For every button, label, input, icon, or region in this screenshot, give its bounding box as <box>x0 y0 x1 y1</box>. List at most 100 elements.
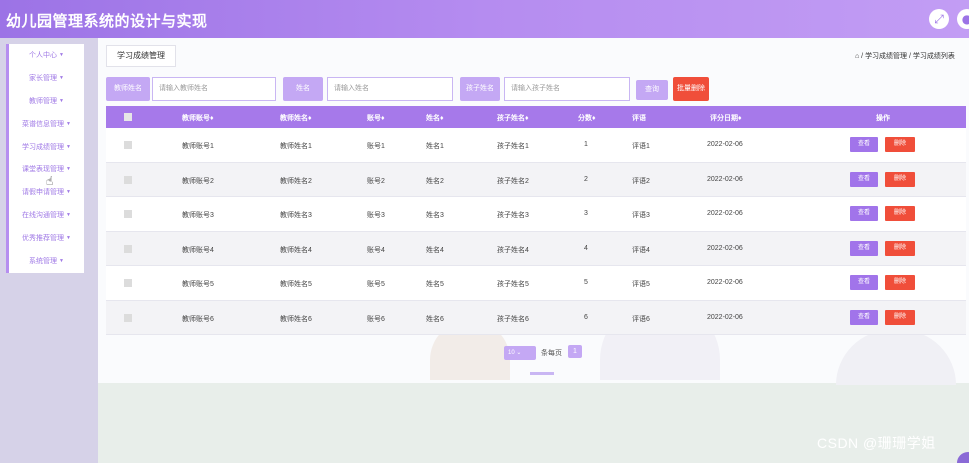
table-cell: 2022-02-06 <box>707 175 743 183</box>
page-size-select[interactable]: 10 ⌄ <box>504 346 536 360</box>
breadcrumb: ⌂ / 学习成绩管理 / 学习成绩列表 <box>855 53 955 60</box>
app-title: 幼儿园管理系统的设计与实现 <box>6 13 208 30</box>
table-cell: 教师账号3 <box>182 212 214 219</box>
sidebar: 个人中心 ▼ 家长管理 ▼ 教师管理 ▼ 菜谱信息管理 ▼ 学习成绩管理 ▼ 课堂表现管理… <box>6 44 84 273</box>
sidebar-item-label: 家长管理 <box>29 75 58 83</box>
tab-score-mgmt[interactable]: 学习成绩管理 <box>106 45 176 67</box>
row-checkbox[interactable] <box>124 244 132 253</box>
caret-down-icon: ▼ <box>59 257 64 264</box>
table-cell: 账号2 <box>367 177 385 185</box>
table-cell: 姓名3 <box>426 212 444 219</box>
table-row <box>106 128 966 163</box>
table-row <box>106 266 966 301</box>
column-header[interactable]: 教师姓名♦ <box>280 113 312 123</box>
table-cell: 账号4 <box>367 246 385 254</box>
teacher-name-input[interactable]: 请输入教师姓名 <box>152 77 276 101</box>
sidebar-item-recommend-mgmt[interactable]: 优秀推荐管理 ▼ <box>9 226 84 249</box>
query-button[interactable]: 查询 <box>636 80 668 100</box>
table-cell: 孩子姓名2 <box>497 177 529 185</box>
view-button[interactable]: 查看 <box>850 171 878 187</box>
sidebar-item-label: 请假申请管理 <box>22 189 65 197</box>
sidebar-item-system-mgmt[interactable]: 系统管理 ▼ <box>9 249 84 272</box>
view-button[interactable]: 查看 <box>850 309 878 325</box>
column-header[interactable]: 教师账号♦ <box>182 113 214 123</box>
page-size-value: 10 <box>508 350 515 356</box>
name-label: 姓名 <box>283 77 323 101</box>
sidebar-item-chat-mgmt[interactable]: 在线沟通管理 ▼ <box>9 204 84 227</box>
column-header[interactable]: 姓名♦ <box>426 113 444 123</box>
child-name-label: 孩子姓名 <box>460 77 500 101</box>
delete-button[interactable]: 删除 <box>885 309 915 325</box>
table-cell: 教师姓名1 <box>280 143 312 150</box>
column-header[interactable]: 评分日期♦ <box>710 113 742 123</box>
view-button[interactable]: 查看 <box>850 206 878 221</box>
sidebar-item-label: 教师管理 <box>29 97 58 105</box>
column-header[interactable]: 账号♦ <box>367 113 385 123</box>
sidebar-item-score-mgmt[interactable]: 学习成绩管理 ▼ <box>9 135 84 158</box>
sidebar-item-label: 优秀推荐管理 <box>22 234 65 242</box>
sidebar-item-parent-mgmt[interactable]: 家长管理 ▼ <box>9 67 84 90</box>
table-cell: 4 <box>584 244 588 252</box>
table-cell: 2022-02-06 <box>707 279 743 286</box>
sidebar-item-personal-center[interactable]: 个人中心 ▼ <box>9 44 84 67</box>
hand-cursor-icon: ☝ <box>46 174 54 188</box>
view-button[interactable]: 查看 <box>850 137 878 152</box>
row-checkbox[interactable] <box>124 141 132 149</box>
child-name-input[interactable]: 请输入孩子姓名 <box>504 77 630 101</box>
chevron-down-icon: ⌄ <box>516 350 522 356</box>
sidebar-item-label: 个人中心 <box>29 52 58 60</box>
sidebar-item-label: 系统管理 <box>29 257 58 265</box>
sidebar-item-menu-mgmt[interactable]: 菜谱信息管理 ▼ <box>9 112 84 135</box>
select-all-checkbox[interactable] <box>124 113 132 121</box>
table-cell: 评语4 <box>632 246 650 254</box>
caret-down-icon: ▼ <box>66 166 71 173</box>
table-row <box>106 300 966 335</box>
delete-button[interactable]: 删除 <box>885 137 915 152</box>
sidebar-item-label: 在线沟通管理 <box>22 211 65 219</box>
table-cell: 2022-02-06 <box>707 210 743 217</box>
column-header: 操作 <box>876 115 890 122</box>
table-header <box>106 106 966 128</box>
view-button[interactable]: 查看 <box>850 275 878 290</box>
delete-button[interactable]: 删除 <box>885 240 915 256</box>
view-button[interactable]: 查看 <box>850 240 878 256</box>
table-cell: 教师姓名4 <box>280 246 312 254</box>
page-number-button[interactable]: 1 <box>568 345 582 358</box>
table-cell: 教师姓名5 <box>280 281 312 288</box>
table-cell: 3 <box>584 210 588 217</box>
row-checkbox[interactable] <box>124 210 132 218</box>
caret-down-icon: ▼ <box>59 75 64 82</box>
table-cell: 1 <box>584 141 588 148</box>
table-cell: 教师账号6 <box>182 315 214 323</box>
column-header[interactable]: 分数♦ <box>578 113 596 123</box>
column-header: 评语 <box>632 115 646 122</box>
delete-button[interactable]: 删除 <box>885 275 915 290</box>
column-header[interactable]: 孩子姓名♦ <box>497 113 529 123</box>
teacher-name-label: 教师姓名 <box>106 77 150 101</box>
table-cell: 教师姓名2 <box>280 177 312 185</box>
background-illustration <box>530 372 554 375</box>
delete-button[interactable]: 删除 <box>885 206 915 221</box>
row-checkbox[interactable] <box>124 175 132 184</box>
sidebar-item-label: 菜谱信息管理 <box>22 120 65 128</box>
user-icon[interactable]: ● <box>957 9 969 29</box>
row-checkbox[interactable] <box>124 279 132 287</box>
table-cell: 姓名5 <box>426 281 444 288</box>
batch-delete-button[interactable]: 批量删除 <box>673 77 709 101</box>
table-cell: 孩子姓名4 <box>497 246 529 254</box>
caret-down-icon: ▼ <box>66 189 71 196</box>
table-cell: 姓名4 <box>426 246 444 254</box>
table-cell: 教师账号1 <box>182 143 214 150</box>
delete-button[interactable]: 删除 <box>885 171 915 187</box>
table-cell: 6 <box>584 313 588 321</box>
sidebar-item-teacher-mgmt[interactable]: 教师管理 ▼ <box>9 90 84 113</box>
table-cell: 孩子姓名5 <box>497 281 529 288</box>
top-bar: 幼儿园管理系统的设计与实现 ⤢ ● <box>0 0 969 38</box>
fullscreen-icon[interactable]: ⤢ <box>929 9 949 29</box>
table-cell: 孩子姓名6 <box>497 315 529 323</box>
sidebar-item-label: 课堂表现管理 <box>22 166 65 174</box>
table-cell: 教师姓名3 <box>280 212 312 219</box>
row-checkbox[interactable] <box>124 313 132 322</box>
name-input[interactable]: 请输入姓名 <box>327 77 453 101</box>
table-cell: 教师账号5 <box>182 281 214 288</box>
